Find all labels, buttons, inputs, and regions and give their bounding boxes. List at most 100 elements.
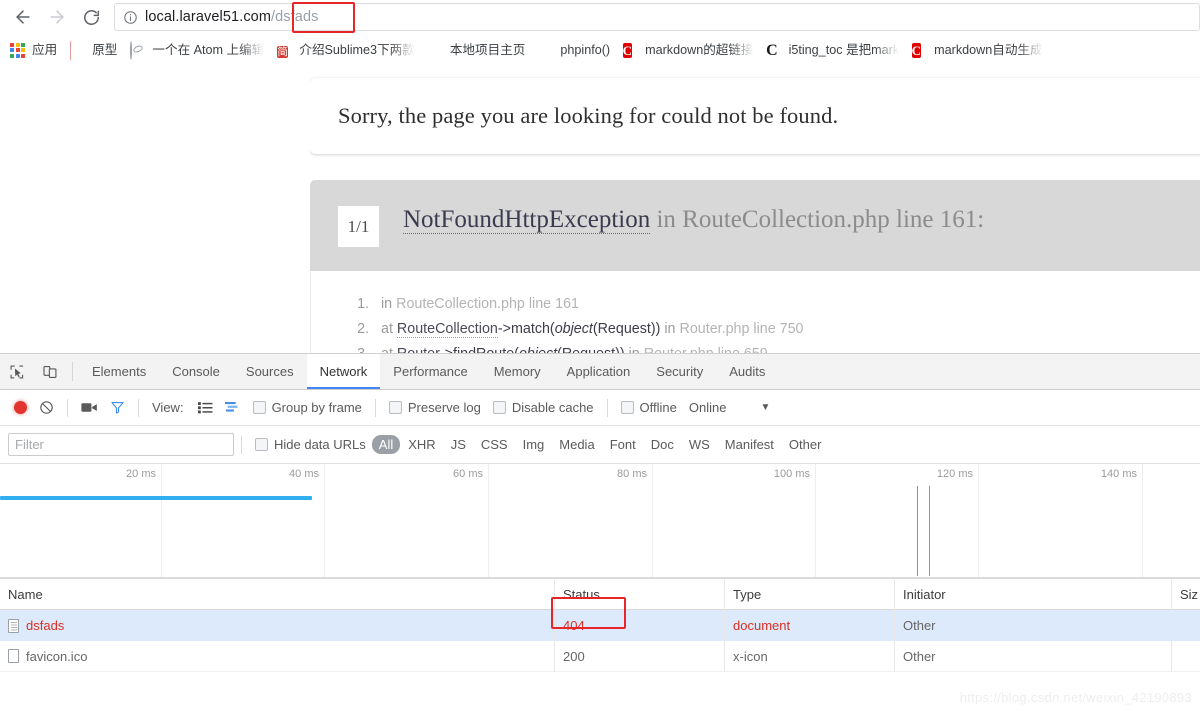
waterfall-view-icon [224, 401, 238, 412]
bookmark-label: 应用 [32, 42, 58, 57]
page-left-margin [0, 66, 310, 353]
toolbar-divider [138, 398, 139, 417]
tab-elements[interactable]: Elements [79, 354, 159, 389]
list-view-button[interactable] [192, 396, 219, 420]
more-options-button[interactable]: ▼ [754, 396, 776, 420]
network-overview-timeline[interactable]: 20 ms 40 ms 60 ms 80 ms 100 ms 120 ms 14… [0, 464, 1200, 579]
laravel-error-page: Sorry, the page you are looking for coul… [310, 66, 1200, 353]
hide-data-urls-checkbox[interactable]: Hide data URLs [249, 433, 372, 457]
tab-sources[interactable]: Sources [233, 354, 307, 389]
tab-performance[interactable]: Performance [380, 354, 480, 389]
cell-type: x-icon [725, 640, 895, 672]
info-circle-icon[interactable] [123, 10, 138, 25]
dom-content-loaded-line [917, 486, 918, 576]
cell-name[interactable]: dsfads [0, 610, 555, 641]
disable-cache-checkbox[interactable]: Disable cache [487, 396, 600, 420]
tab-console[interactable]: Console [159, 354, 233, 389]
inspect-element-icon[interactable] [0, 354, 33, 389]
bookmark-i5ting-toc[interactable]: C i5ting_toc 是把mark [762, 38, 907, 62]
stack-frame[interactable]: in RouteCollection.php line 161 [373, 294, 1200, 315]
reload-icon[interactable] [74, 2, 108, 32]
filter-type-all[interactable]: All [371, 435, 401, 454]
column-header-status[interactable]: Status [555, 578, 725, 610]
address-bar[interactable]: local.laravel51.com/dsfads [114, 2, 1200, 33]
record-icon [14, 401, 27, 414]
tab-memory[interactable]: Memory [481, 354, 554, 389]
back-icon[interactable] [6, 2, 40, 32]
checkbox-box [620, 401, 634, 414]
disable-cache-label: Disable cache [511, 400, 594, 415]
group-by-frame-checkbox[interactable]: Group by frame [247, 396, 368, 420]
filter-type-img[interactable]: Img [516, 435, 552, 454]
filter-type-css[interactable]: CSS [474, 435, 515, 454]
capture-screenshots-button[interactable] [75, 396, 104, 420]
filter-type-media[interactable]: Media [552, 435, 601, 454]
table-row[interactable]: dsfads 404 document Other [0, 610, 1200, 641]
device-toolbar-icon[interactable] [33, 354, 66, 389]
filter-type-other[interactable]: Other [782, 435, 829, 454]
stack-method: match( [510, 320, 555, 337]
stack-class: RouteCollection [396, 320, 498, 338]
bookmark-sublime3[interactable]: 简 介绍Sublime3下两款 [272, 38, 421, 62]
clear-button[interactable] [33, 396, 60, 420]
bookmark-prototype[interactable]: 原型 [65, 38, 124, 62]
preserve-log-checkbox[interactable]: Preserve log [383, 396, 487, 420]
filter-type-manifest[interactable]: Manifest [718, 435, 781, 454]
url-path: /dsfads [271, 9, 319, 25]
filter-type-js[interactable]: JS [444, 435, 473, 454]
bookmark-apps[interactable]: 应用 [5, 38, 64, 62]
bookmark-markdown-link[interactable]: C markdown的超链接 [618, 38, 760, 62]
page-viewport: Sorry, the page you are looking for coul… [0, 66, 1200, 353]
column-header-size[interactable]: Siz [1172, 579, 1200, 610]
stack-class: Router [396, 345, 440, 353]
bookmark-local-project-home[interactable]: 本地项目主页 [423, 38, 533, 62]
tab-audits[interactable]: Audits [716, 354, 778, 389]
stack-frame[interactable]: at Router->findRoute(object(Request)) in… [373, 344, 1200, 353]
filter-toggle-button[interactable] [104, 396, 131, 420]
bookmark-markdown-auto[interactable]: C markdown自动生成 [907, 38, 1049, 62]
column-header-type[interactable]: Type [725, 578, 895, 610]
view-label: View: [146, 396, 192, 420]
timeline-tick-label: 40 ms [289, 468, 319, 480]
timeline-gridline [652, 464, 653, 578]
stack-keyword: at [381, 320, 393, 337]
filter-type-ws[interactable]: WS [682, 435, 717, 454]
filter-type-font[interactable]: Font [603, 435, 643, 454]
column-header-initiator[interactable]: Initiator [895, 578, 1172, 610]
exception-header: 1/1 NotFoundHttpException in RouteCollec… [310, 180, 1200, 271]
stack-keyword: at [381, 346, 393, 353]
preserve-log-label: Preserve log [407, 400, 481, 415]
cell-name[interactable]: favicon.ico [0, 640, 555, 672]
timeline-gridline [1142, 464, 1143, 578]
column-header-name[interactable]: Name [0, 578, 555, 610]
filter-type-xhr[interactable]: XHR [401, 435, 442, 454]
waterfall-view-button[interactable] [219, 396, 247, 420]
forward-icon[interactable] [40, 2, 74, 32]
filter-type-doc[interactable]: Doc [644, 435, 681, 454]
network-toolbar: View: Group by frame Preserve log Disabl… [0, 390, 1200, 426]
checkbox-box [252, 401, 266, 414]
bookmark-atom-editor[interactable]: 一个在 Atom 上编辑 [125, 38, 271, 62]
record-button[interactable] [8, 396, 33, 420]
bookmarks-bar: 应用 原型 一个在 Atom 上编辑 简 介绍Sublime3下两款 本地项目主… [0, 34, 1200, 66]
timeline-tick-label: 60 ms [453, 468, 483, 480]
exception-counter-badge: 1/1 [338, 206, 379, 247]
exception-class-link[interactable]: NotFoundHttpException [403, 206, 651, 234]
table-row[interactable]: favicon.ico 200 x-icon Other [0, 640, 1200, 672]
table-header-row: Name Status Type Initiator Siz [0, 578, 1200, 610]
offline-checkbox[interactable]: Offline [615, 396, 683, 420]
stack-frame[interactable]: at RouteCollection->match(object(Request… [373, 319, 1200, 340]
stack-file: Router.php line 659 [644, 346, 768, 353]
throttling-select[interactable]: Online [683, 396, 733, 420]
stack-obj: object [519, 346, 557, 353]
csdn-icon: C [622, 42, 632, 58]
tab-application[interactable]: Application [554, 354, 644, 389]
bookmark-phpinfo[interactable]: phpinfo() [533, 38, 617, 62]
hide-data-urls-label: Hide data URLs [274, 437, 366, 452]
tab-network[interactable]: Network [306, 354, 381, 389]
atom-icon [129, 40, 146, 60]
filter-input[interactable] [8, 433, 234, 456]
toolbar-divider [241, 435, 242, 454]
tab-security[interactable]: Security [643, 354, 716, 389]
bookmark-label: markdown自动生成 [934, 42, 1043, 57]
